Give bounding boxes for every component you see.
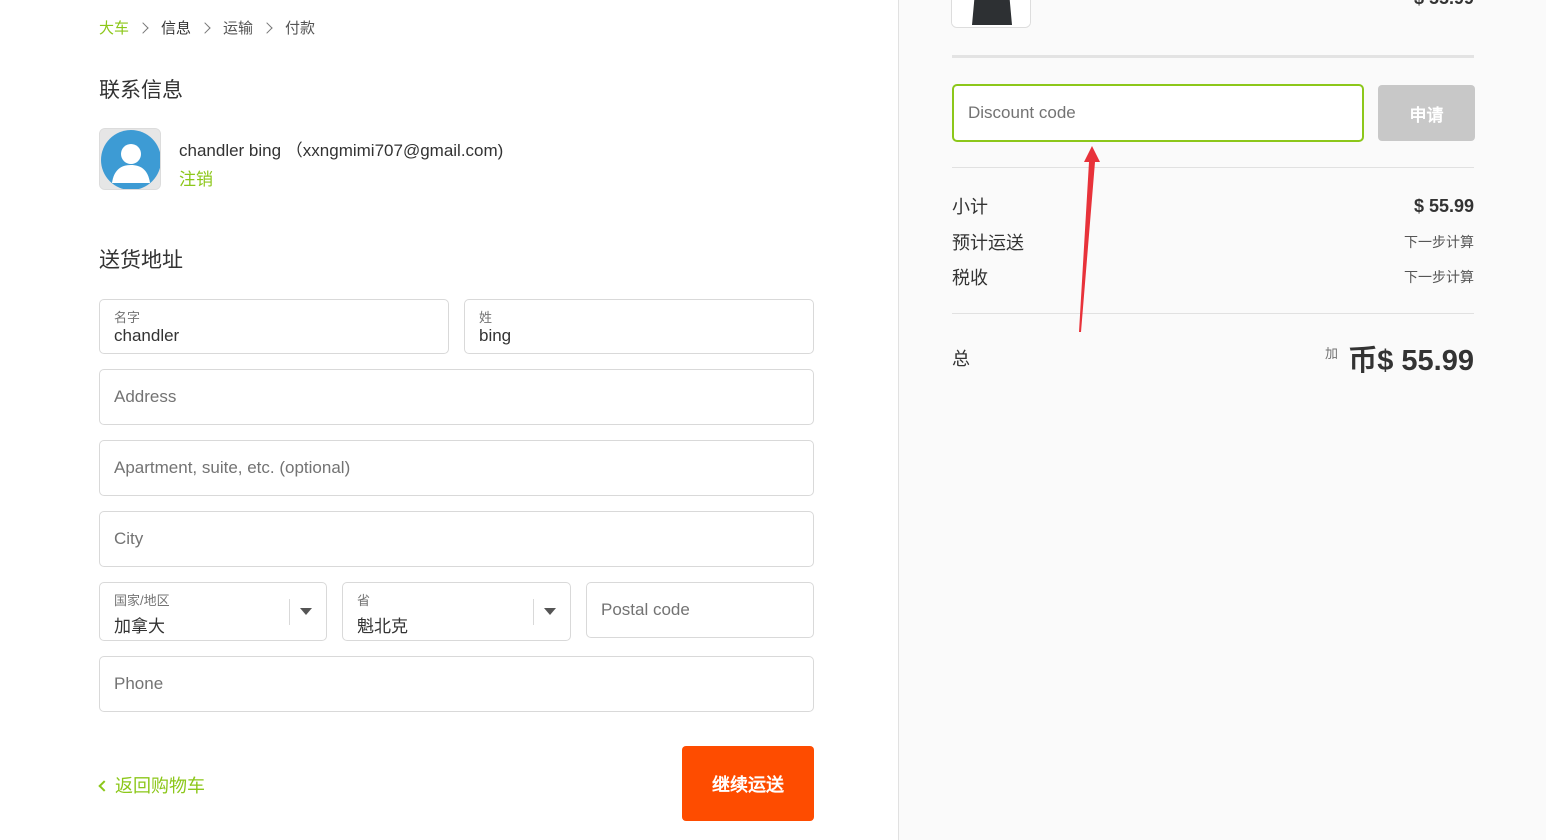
province-label: 省 <box>357 593 371 608</box>
apartment-field[interactable]: Apartment, suite, etc. (optional) <box>99 440 814 496</box>
country-select[interactable]: 国家/地区 加拿大 <box>99 582 327 641</box>
tax-value: 下一步计算 <box>1404 269 1474 285</box>
apply-discount-button[interactable]: 申请 <box>1378 85 1475 141</box>
first-name-label: 名字 <box>114 310 141 325</box>
chevron-right-icon <box>199 21 211 34</box>
continue-to-shipping-button[interactable]: 继续运送 <box>682 746 814 821</box>
total-row: 总 加 币$ 55.99 <box>952 337 1474 377</box>
contact-section-title: 联系信息 <box>99 79 183 102</box>
chevron-right-icon <box>137 21 149 34</box>
tax-label: 税收 <box>952 268 988 288</box>
return-to-cart-link[interactable]: 返回购物车 <box>98 772 205 798</box>
postal-code-field[interactable]: Postal code <box>586 582 814 638</box>
province-select[interactable]: 省 魁北克 <box>342 582 571 641</box>
contact-info: chandler bing （xxngmimi707@gmail.com) 注销 <box>99 128 503 190</box>
city-field[interactable]: City <box>99 511 814 567</box>
first-name-field[interactable]: 名字 chandler <box>99 299 449 354</box>
shipping-value: 下一步计算 <box>1404 234 1474 250</box>
phone-placeholder: Phone <box>114 674 164 693</box>
shipping-label: 预计运送 <box>952 233 1024 253</box>
chevron-down-icon <box>544 608 556 615</box>
postal-code-placeholder: Postal code <box>601 600 690 619</box>
select-divider <box>533 599 534 625</box>
subtotal-row: 小计 $ 55.99 <box>952 193 1474 219</box>
divider <box>952 313 1474 314</box>
user-avatar-icon <box>100 129 160 189</box>
apartment-placeholder: Apartment, suite, etc. (optional) <box>114 458 351 477</box>
province-value: 魁北克 <box>357 617 408 636</box>
total-value: 币$ 55.99 <box>1348 345 1474 377</box>
city-placeholder: City <box>114 529 144 548</box>
country-value: 加拿大 <box>114 617 165 636</box>
total-label: 总 <box>952 349 970 369</box>
breadcrumb: 大车 信息 运输 付款 <box>99 17 315 38</box>
order-summary: $ 55.99 Discount code 申请 小计 $ 55.99 预计运送… <box>898 0 1546 840</box>
breadcrumb-payment: 付款 <box>285 20 316 37</box>
shipping-section-title: 送货地址 <box>99 249 183 272</box>
tax-row: 税收 下一步计算 <box>952 264 1474 290</box>
last-name-value: bing <box>479 326 512 345</box>
total-currency: 加 <box>1324 346 1338 361</box>
last-name-field[interactable]: 姓 bing <box>464 299 814 354</box>
chevron-right-icon <box>261 21 273 34</box>
address-placeholder: Address <box>114 387 177 406</box>
select-divider <box>289 599 290 625</box>
address-field[interactable]: Address <box>99 369 814 425</box>
subtotal-label: 小计 <box>952 197 988 217</box>
product-thumbnail <box>951 0 1031 28</box>
checkout-main: 大车 信息 运输 付款 联系信息 chandler bing （xxngmimi… <box>0 0 898 840</box>
divider <box>952 55 1474 58</box>
product-image-icon <box>952 0 1030 27</box>
country-label: 国家/地区 <box>114 593 170 608</box>
chevron-left-icon <box>98 779 110 792</box>
product-price: $ 55.99 <box>1414 0 1474 9</box>
logout-link[interactable]: 注销 <box>179 165 213 190</box>
first-name-value: chandler <box>114 326 180 345</box>
annotation-arrow-icon <box>1079 146 1100 332</box>
contact-name-email: chandler bing （xxngmimi707@gmail.com) <box>179 141 504 160</box>
subtotal-value: $ 55.99 <box>1413 195 1474 216</box>
divider <box>952 167 1474 168</box>
shipping-row: 预计运送 下一步计算 <box>952 229 1474 255</box>
discount-code-input[interactable]: Discount code <box>952 84 1364 142</box>
last-name-label: 姓 <box>479 310 493 325</box>
phone-field[interactable]: Phone <box>99 656 814 712</box>
discount-code-placeholder: Discount code <box>968 103 1076 122</box>
breadcrumb-information: 信息 <box>161 20 192 37</box>
breadcrumb-shipping: 运输 <box>223 20 254 37</box>
avatar <box>99 128 161 190</box>
return-to-cart-label: 返回购物车 <box>115 776 205 796</box>
chevron-down-icon <box>300 608 312 615</box>
breadcrumb-cart[interactable]: 大车 <box>99 17 129 38</box>
